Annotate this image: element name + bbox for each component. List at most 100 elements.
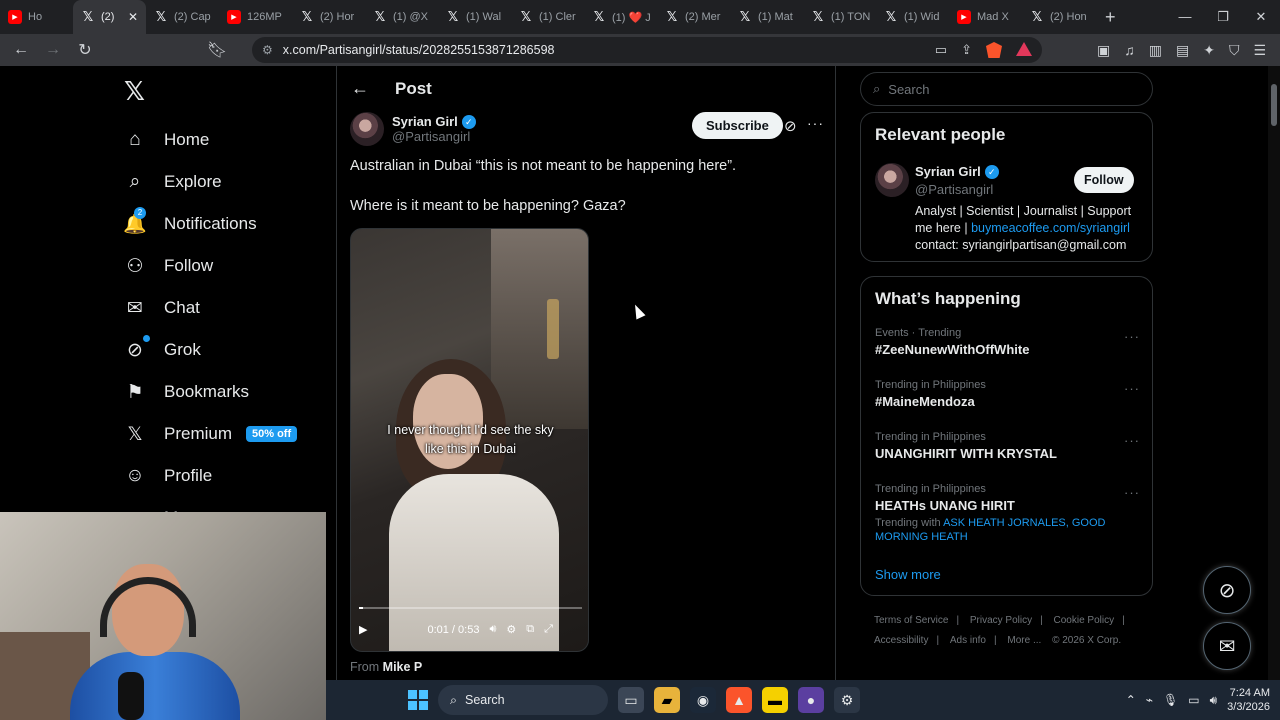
- nav-item-explore[interactable]: ⌕ Explore: [124, 168, 222, 196]
- browser-tab[interactable]: 𝕏 (1) Wid: [876, 0, 949, 34]
- follow-button[interactable]: Follow: [1074, 167, 1134, 193]
- leo-ai-icon[interactable]: ✦: [1203, 42, 1215, 59]
- menu-icon[interactable]: ☰: [1253, 42, 1266, 59]
- show-more-link[interactable]: Show more: [875, 567, 941, 582]
- search-input[interactable]: ⌕ Search: [860, 72, 1153, 106]
- chat-app-icon[interactable]: ●: [798, 687, 824, 713]
- author-handle[interactable]: @Partisangirl: [392, 129, 476, 144]
- sticky-notes-icon[interactable]: ▬: [762, 687, 788, 713]
- settings-icon[interactable]: ⚙: [506, 623, 516, 636]
- vpn-icon[interactable]: ⛉: [1229, 42, 1240, 59]
- nav-item-profile[interactable]: ☺ Profile: [124, 462, 212, 490]
- footer-privacy[interactable]: Privacy Policy: [970, 615, 1032, 626]
- brave-shields-icon[interactable]: [986, 42, 1002, 58]
- mic-icon[interactable]: 🎙︎: [1163, 693, 1178, 707]
- relevant-handle[interactable]: @Partisangirl: [915, 182, 993, 197]
- forward-button[interactable]: →: [40, 37, 66, 63]
- browser-tab[interactable]: 𝕏 (2) ✕: [73, 0, 146, 34]
- maximize-button[interactable]: ❐: [1204, 9, 1242, 25]
- new-tab-button[interactable]: +: [1095, 7, 1126, 28]
- close-window-button[interactable]: ✕: [1242, 9, 1280, 25]
- tray-overflow-icon[interactable]: ⌃: [1126, 693, 1136, 707]
- sidebar-toggle-icon[interactable]: ▥: [1149, 42, 1162, 59]
- author-name[interactable]: Syrian Girl: [392, 114, 458, 129]
- browser-tab[interactable]: 𝕏 (2) Mer: [657, 0, 730, 34]
- browser-tab[interactable]: 𝕏 (2) Hor: [292, 0, 365, 34]
- video-player[interactable]: I never thought I'd see the sky like thi…: [350, 228, 589, 652]
- back-button[interactable]: ←: [8, 37, 34, 63]
- windows-start-icon[interactable]: [408, 690, 428, 710]
- browser-tab[interactable]: 𝕏 (1) Cler: [511, 0, 584, 34]
- trend-item[interactable]: Trending in Philippines #MaineMendoza ···: [875, 379, 1140, 409]
- url-bar[interactable]: ⚙ x.com/Partisangirl/status/202825515387…: [252, 37, 1042, 63]
- browser-tab[interactable]: ▶ Ho: [0, 0, 73, 34]
- browser-tab[interactable]: 𝕏 (2) Hon: [1022, 0, 1095, 34]
- share-icon[interactable]: ⇪: [961, 42, 972, 58]
- media-icon[interactable]: ♫: [1124, 42, 1135, 59]
- from-name[interactable]: Mike P: [383, 660, 423, 674]
- reader-icon[interactable]: ▣: [1097, 42, 1110, 59]
- trend-more-icon[interactable]: ···: [1124, 433, 1140, 448]
- page-scrollbar[interactable]: [1268, 66, 1280, 680]
- brave-rewards-icon[interactable]: [1016, 42, 1032, 56]
- cast-icon[interactable]: ▭: [935, 42, 947, 58]
- minimize-button[interactable]: —: [1166, 9, 1204, 25]
- post-author[interactable]: Syrian Girl ✓ @Partisangirl: [350, 112, 476, 146]
- avatar[interactable]: [875, 163, 909, 197]
- volume-tray-icon[interactable]: 🔊︎: [1210, 693, 1218, 708]
- browser-tab[interactable]: ▶ Mad X: [949, 0, 1022, 34]
- settings-app-icon[interactable]: ⚙: [834, 687, 860, 713]
- trend-item[interactable]: Trending in Philippines UNANGHIRIT WITH K…: [875, 431, 1140, 461]
- trend-more-icon[interactable]: ···: [1124, 381, 1140, 396]
- nav-item-notifications[interactable]: 🔔 2 Notifications: [123, 207, 257, 238]
- play-icon[interactable]: ▶: [359, 623, 367, 636]
- footer-cookie[interactable]: Cookie Policy: [1054, 615, 1115, 626]
- subscribe-button[interactable]: Subscribe: [692, 112, 783, 139]
- grok-fab-button[interactable]: ⊘: [1203, 566, 1251, 614]
- grok-explain-icon[interactable]: ⊘: [784, 117, 797, 135]
- nav-item-bookmarks[interactable]: ⚑ Bookmarks: [124, 378, 249, 406]
- footer-terms[interactable]: Terms of Service: [874, 615, 948, 626]
- brave-taskbar-icon[interactable]: ▲: [726, 687, 752, 713]
- trend-item[interactable]: Events · Trending #ZeeNunewWithOffWhite ··…: [875, 327, 1140, 357]
- footer-more[interactable]: More ...: [1007, 635, 1041, 646]
- clock[interactable]: 7:24 AM 3/3/2026: [1227, 686, 1270, 714]
- video-progress-bar[interactable]: [359, 607, 582, 609]
- network-icon[interactable]: ⌁: [1146, 693, 1153, 707]
- bookmark-icon[interactable]: 🔖︎: [204, 37, 230, 63]
- browser-tab[interactable]: 𝕏 (2) Cap: [146, 0, 219, 34]
- nav-item-grok[interactable]: ⊘ Grok: [124, 335, 201, 364]
- scrollbar-thumb[interactable]: [1271, 84, 1277, 126]
- back-arrow-icon[interactable]: ←: [351, 78, 369, 99]
- fullscreen-icon[interactable]: ⤢: [544, 623, 553, 636]
- reload-button[interactable]: ↻: [72, 37, 98, 63]
- site-info-icon[interactable]: ⚙: [262, 43, 273, 57]
- trend-item[interactable]: Trending in Philippines HEATHs UNANG HIRI…: [875, 483, 1140, 544]
- volume-icon[interactable]: 🔊︎: [489, 623, 496, 636]
- trend-more-icon[interactable]: ···: [1124, 485, 1140, 500]
- post-more-icon[interactable]: ···: [807, 115, 824, 131]
- wallet-icon[interactable]: ▤: [1176, 42, 1189, 59]
- bio-link[interactable]: buymeacoffee.com/syriangirl: [971, 221, 1130, 235]
- browser-tab[interactable]: 𝕏 (1) Wal: [438, 0, 511, 34]
- browser-tab[interactable]: 𝕏 (1) TON: [803, 0, 876, 34]
- nav-item-home[interactable]: ⌂ Home: [124, 126, 209, 154]
- file-explorer-icon[interactable]: ▰: [654, 687, 680, 713]
- nav-item-follow[interactable]: ⚇ Follow: [124, 252, 213, 280]
- browser-tab[interactable]: 𝕏 (1) ❤️ J: [584, 0, 657, 34]
- steam-icon[interactable]: ◉: [690, 687, 716, 713]
- nav-item-chat[interactable]: ✉ Chat: [124, 294, 200, 322]
- browser-tab[interactable]: 𝕏 (1) Mat: [730, 0, 803, 34]
- browser-tab[interactable]: 𝕏 (1) @X: [365, 0, 438, 34]
- footer-ads[interactable]: Ads info: [950, 635, 986, 646]
- x-logo-icon[interactable]: 𝕏: [124, 76, 145, 107]
- display-icon[interactable]: ▭: [1188, 693, 1199, 707]
- nav-item-premium[interactable]: 𝕏 Premium 50% off: [124, 420, 298, 448]
- footer-accessibility[interactable]: Accessibility: [874, 635, 928, 646]
- pip-icon[interactable]: ⧉: [526, 623, 534, 636]
- task-view-icon[interactable]: ▭: [618, 687, 644, 713]
- avatar[interactable]: [350, 112, 384, 146]
- taskbar-search[interactable]: ⌕ Search: [438, 685, 608, 715]
- close-tab-icon[interactable]: ✕: [128, 10, 138, 24]
- browser-tab[interactable]: ▶ 126MP: [219, 0, 292, 34]
